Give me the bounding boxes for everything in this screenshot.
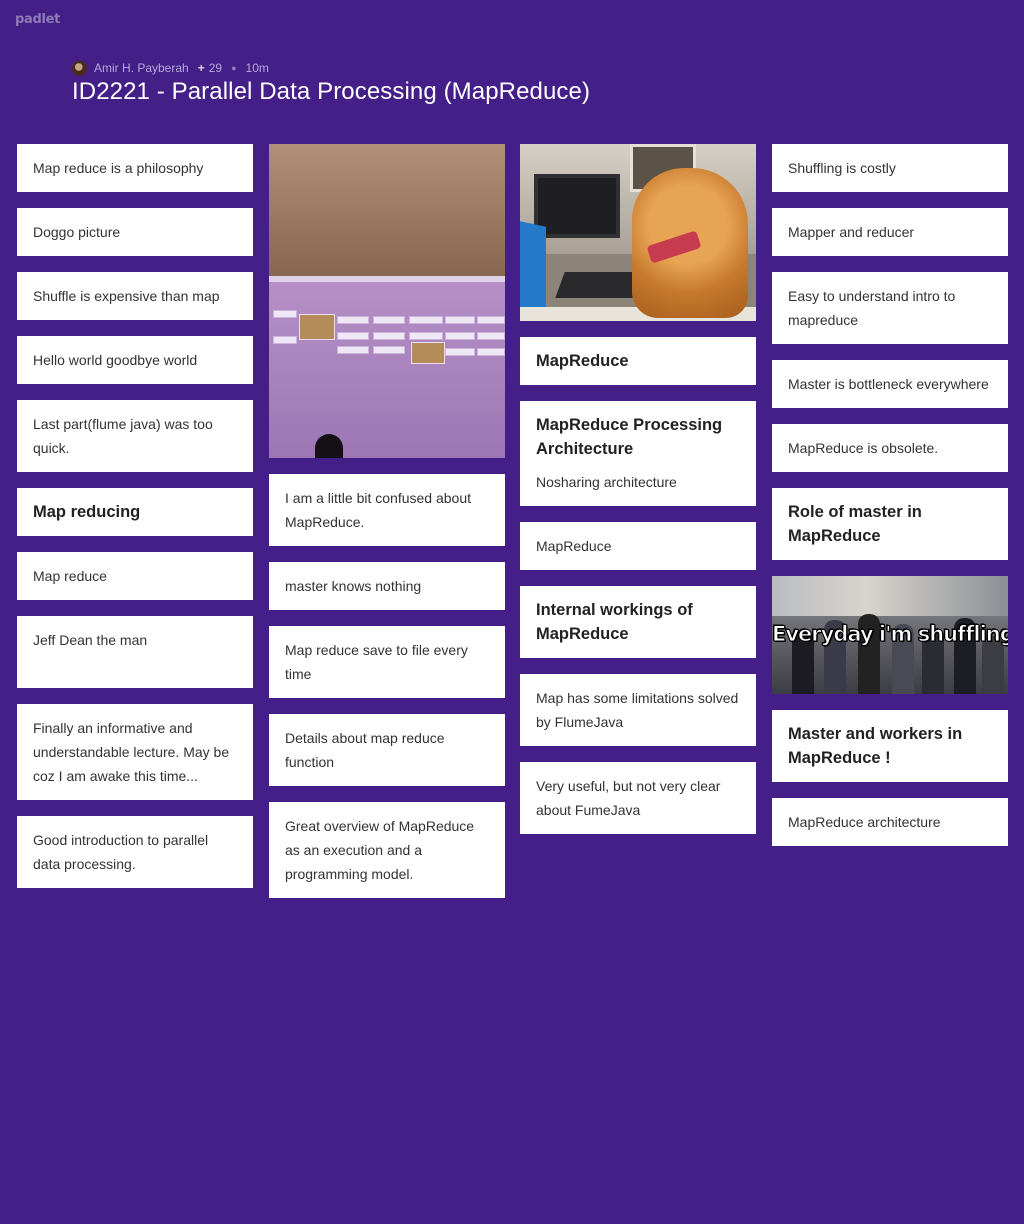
column-4: Shuffling is costly Mapper and reducer E… bbox=[772, 144, 1008, 862]
post-card[interactable]: Jeff Dean the man bbox=[17, 616, 253, 688]
post-card[interactable]: Map reducing bbox=[17, 488, 253, 536]
plus-icon: + bbox=[197, 61, 205, 75]
post-card[interactable]: Master and workers in MapReduce ! bbox=[772, 710, 1008, 782]
post-card[interactable]: Map reduce save to file every time bbox=[269, 626, 505, 698]
post-text: MapReduce is obsolete. bbox=[788, 440, 939, 456]
post-text: Good introduction to parallel data proce… bbox=[33, 832, 209, 872]
post-text: Very useful, but not very clear about Fu… bbox=[536, 778, 721, 818]
post-heading: MapReduce Processing Architecture bbox=[536, 416, 723, 458]
post-text: Master is bottleneck everywhere bbox=[788, 376, 989, 392]
dog-computer-photo[interactable] bbox=[520, 144, 756, 321]
column-1: Map reduce is a philosophy Doggo picture… bbox=[17, 144, 253, 904]
post-card[interactable]: Last part(flume java) was too quick. bbox=[17, 400, 253, 472]
post-card[interactable]: MapReduce architecture bbox=[772, 798, 1008, 846]
post-card[interactable]: Map has some limitations solved by Flume… bbox=[520, 674, 756, 746]
post-heading: Role of master in MapReduce bbox=[788, 503, 922, 545]
post-card[interactable]: Role of master in MapReduce bbox=[772, 488, 1008, 560]
projector-photo[interactable] bbox=[269, 144, 505, 458]
post-text: Hello world goodbye world bbox=[33, 352, 198, 368]
post-text: Great overview of MapReduce as an execut… bbox=[285, 818, 475, 882]
post-card[interactable]: MapReduce is obsolete. bbox=[772, 424, 1008, 472]
post-text: Details about map reduce function bbox=[285, 730, 445, 770]
audience-head bbox=[315, 434, 343, 458]
post-card[interactable]: Mapper and reducer bbox=[772, 208, 1008, 256]
user-avatar-icon[interactable] bbox=[72, 60, 87, 76]
post-text: MapReduce architecture bbox=[788, 814, 941, 830]
column-3: MapReduce MapReduce Processing Architect… bbox=[520, 144, 756, 850]
post-card[interactable]: Internal workings of MapReduce bbox=[520, 586, 756, 658]
post-body: Nosharing architecture bbox=[536, 474, 677, 490]
likes-count: 29 bbox=[208, 61, 223, 75]
post-card[interactable]: Good introduction to parallel data proce… bbox=[17, 816, 253, 888]
post-heading: MapReduce bbox=[536, 352, 629, 370]
post-card[interactable]: Details about map reduce function bbox=[269, 714, 505, 786]
post-text: Shuffling is costly bbox=[788, 160, 896, 176]
post-heading: Internal workings of MapReduce bbox=[536, 601, 693, 643]
padlet-logo[interactable]: padlet bbox=[15, 12, 60, 27]
separator-dot-icon: ● bbox=[231, 63, 237, 73]
post-text: Easy to understand intro to mapreduce bbox=[788, 288, 956, 328]
post-card[interactable]: Map reduce bbox=[17, 552, 253, 600]
post-text: Map has some limitations solved by Flume… bbox=[536, 690, 739, 730]
post-meta: Amir H. Payberah + 29 ● 10m bbox=[72, 60, 269, 76]
post-card[interactable]: Shuffling is costly bbox=[772, 144, 1008, 192]
post-text: Mapper and reducer bbox=[788, 224, 915, 240]
post-text: MapReduce bbox=[536, 538, 612, 554]
post-card[interactable]: Easy to understand intro to mapreduce bbox=[772, 272, 1008, 344]
post-heading: Map reducing bbox=[33, 503, 141, 521]
post-text: Shuffle is expensive than map bbox=[33, 288, 220, 304]
post-card[interactable]: MapReduce Processing Architecture Noshar… bbox=[520, 401, 756, 506]
column-2: I am a little bit confused about MapRedu… bbox=[269, 144, 505, 914]
post-text: master knows nothing bbox=[285, 578, 422, 594]
post-card[interactable]: Doggo picture bbox=[17, 208, 253, 256]
post-card[interactable]: Great overview of MapReduce as an execut… bbox=[269, 802, 505, 898]
timestamp: 10m bbox=[245, 61, 269, 75]
post-heading: Master and workers in MapReduce ! bbox=[788, 725, 963, 767]
post-text: Last part(flume java) was too quick. bbox=[33, 416, 213, 456]
post-card[interactable]: Finally an informative and understandabl… bbox=[17, 704, 253, 800]
post-card[interactable]: Map reduce is a philosophy bbox=[17, 144, 253, 192]
post-text: I am a little bit confused about MapRedu… bbox=[285, 490, 471, 530]
post-card[interactable]: MapReduce bbox=[520, 522, 756, 570]
post-text: Doggo picture bbox=[33, 224, 121, 240]
post-card[interactable]: Shuffle is expensive than map bbox=[17, 272, 253, 320]
meme-caption: Everyday i'm shuffling bbox=[772, 622, 1008, 647]
post-card[interactable]: Master is bottleneck everywhere bbox=[772, 360, 1008, 408]
post-text: Map reduce bbox=[33, 568, 107, 584]
post-text: Jeff Dean the man bbox=[33, 632, 148, 648]
wall-area bbox=[269, 144, 505, 280]
post-card[interactable]: master knows nothing bbox=[269, 562, 505, 610]
shuffling-meme-image[interactable]: Everyday i'm shuffling bbox=[772, 576, 1008, 694]
post-card[interactable]: Very useful, but not very clear about Fu… bbox=[520, 762, 756, 834]
projected-screen bbox=[269, 276, 505, 458]
page-title: ID2221 - Parallel Data Processing (MapRe… bbox=[72, 78, 591, 105]
post-card[interactable]: MapReduce bbox=[520, 337, 756, 385]
post-text: Map reduce save to file every time bbox=[285, 642, 468, 682]
post-card[interactable]: I am a little bit confused about MapRedu… bbox=[269, 474, 505, 546]
post-text: Map reduce is a philosophy bbox=[33, 160, 204, 176]
author-name[interactable]: Amir H. Payberah bbox=[94, 61, 189, 75]
post-text: Finally an informative and understandabl… bbox=[33, 720, 230, 784]
post-card[interactable]: Hello world goodbye world bbox=[17, 336, 253, 384]
